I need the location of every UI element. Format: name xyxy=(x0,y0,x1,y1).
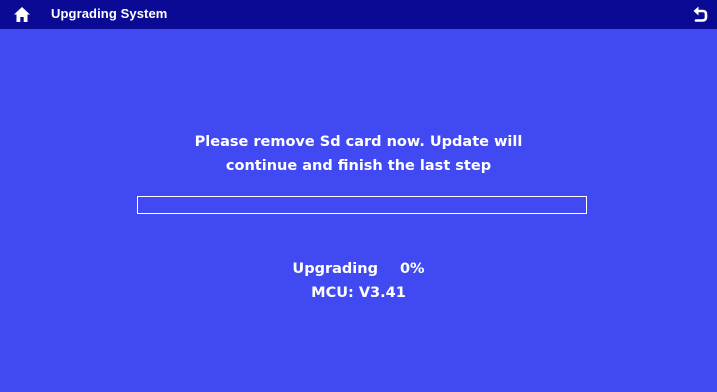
back-button[interactable] xyxy=(692,5,708,23)
instruction-message: Please remove Sd card now. Update will c… xyxy=(0,130,717,178)
page-title: Upgrading System xyxy=(51,6,168,21)
progress-percent: 0% xyxy=(399,261,425,277)
title-bar: Upgrading System xyxy=(0,0,717,29)
instruction-line-2: continue and finish the last step xyxy=(225,158,492,174)
home-icon xyxy=(14,7,30,22)
home-button[interactable] xyxy=(13,6,31,23)
upgrading-label: Upgrading xyxy=(292,261,378,277)
instruction-line-1: Please remove Sd card now. Update will xyxy=(194,134,523,150)
progress-status-row: Upgrading 0% xyxy=(0,257,717,281)
mcu-version: MCU: V3.41 xyxy=(311,285,406,301)
upgrade-progress-bar xyxy=(137,196,587,214)
upgrade-status: Upgrading 0% MCU: V3.41 xyxy=(0,257,717,305)
back-arrow-icon xyxy=(693,6,708,22)
upgrade-screen: Upgrading System Please remove Sd card n… xyxy=(0,0,717,392)
